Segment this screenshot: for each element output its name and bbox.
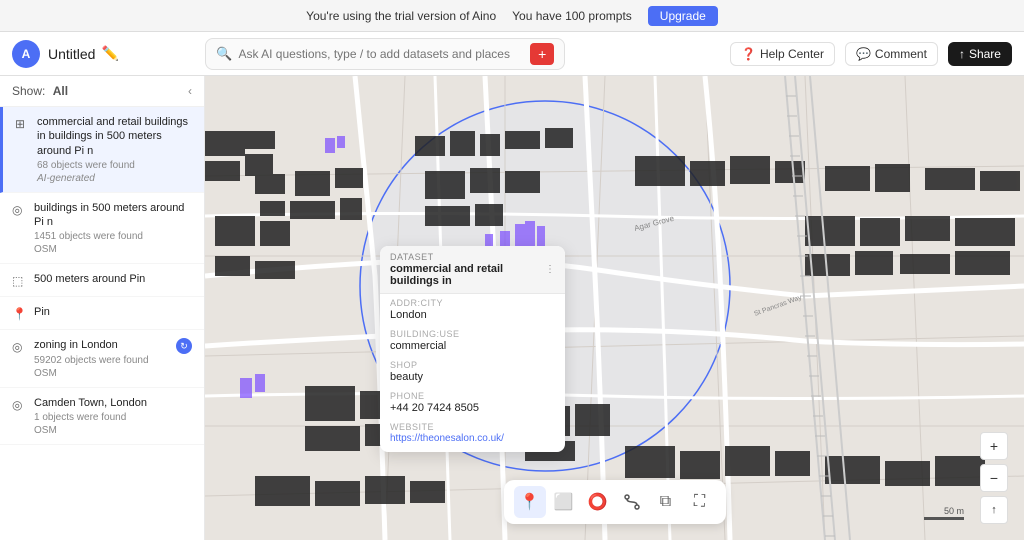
help-label: Help Center — [760, 47, 824, 61]
layer-subtitle-camden-count: 1 objects were found — [34, 412, 192, 423]
layer-content-zoning: zoning in London 59202 objects were foun… — [34, 338, 168, 378]
map-toolbar: 📍 ⬜ ⭕ ⧉ ⛶ — [504, 480, 726, 524]
pin-icon: 📍 — [12, 307, 26, 321]
comment-label: Comment — [875, 47, 927, 61]
popup-field-building-use: BUILDING:USE commercial — [380, 325, 565, 356]
layer-title-zoning: zoning in London — [34, 338, 168, 352]
popup-menu-icon[interactable]: ⋮ — [545, 264, 555, 275]
share-label: Share — [969, 47, 1001, 61]
popup-field-label-building-use: BUILDING:USE — [390, 329, 555, 339]
layer-content-buildings: buildings in 500 meters around Pi n 1451… — [34, 201, 192, 256]
map-zoom-controls: + − ↑ — [980, 432, 1008, 524]
layer-item-camden[interactable]: ◎ Camden Town, London 1 objects were fou… — [0, 388, 204, 445]
app-logo: A — [12, 40, 40, 68]
layer-subtitle-zoning-src: OSM — [34, 368, 168, 379]
trial-text: You're using the trial version of Aino — [306, 9, 496, 23]
popup-field-city: ADDR:CITY London — [380, 294, 565, 325]
collapse-icon[interactable]: ‹ — [188, 84, 192, 98]
popup-header: DATASET commercial and retail buildings … — [380, 246, 565, 294]
popup-field-label-shop: SHOP — [390, 360, 555, 370]
comment-button[interactable]: 💬 Comment — [845, 42, 938, 66]
layer-content-camden: Camden Town, London 1 objects were found… — [34, 396, 192, 436]
layer-content-pin: Pin — [34, 305, 192, 319]
layer-item-buildings[interactable]: ◎ buildings in 500 meters around Pi n 14… — [0, 193, 204, 265]
layer-subtitle-buildings-count: 1451 objects were found — [34, 231, 192, 242]
upgrade-button[interactable]: Upgrade — [648, 6, 718, 26]
document-title: Untitled — [48, 46, 95, 62]
tool-circle-button[interactable]: ⭕ — [582, 486, 614, 518]
title-area: Untitled ✏️ — [48, 45, 119, 62]
layer-title-buildings: buildings in 500 meters around Pi n — [34, 201, 192, 230]
layer-subtitle-commercial-count: 68 objects were found — [37, 160, 192, 171]
popup-field-website[interactable]: WEBSITE https://theonesalon.co.uk/ — [380, 418, 565, 452]
layer-content-radius: 500 meters around Pin — [34, 272, 192, 286]
layer-item-zoning[interactable]: ◎ zoning in London 59202 objects were fo… — [0, 330, 204, 387]
prompts-text: You have 100 prompts — [512, 9, 632, 23]
popup-dataset-title: commercial and retail buildings in — [390, 263, 545, 287]
grid-icon: ⊞ — [15, 117, 29, 131]
feature-popup: DATASET commercial and retail buildings … — [380, 246, 565, 452]
layer-content-commercial: commercial and retail buildings in build… — [37, 115, 192, 184]
zoom-out-button[interactable]: − — [980, 464, 1008, 492]
help-icon: ❓ — [741, 47, 756, 61]
zoom-in-button[interactable]: + — [980, 432, 1008, 460]
scale-bar-line — [924, 517, 964, 520]
buildings-icon: ◎ — [12, 203, 26, 217]
layer-subtitle-zoning-count: 59202 objects were found — [34, 355, 168, 366]
tool-expand-button[interactable]: ⛶ — [684, 486, 716, 518]
tool-layer-button[interactable]: ⧉ — [650, 486, 682, 518]
compass-button[interactable]: ↑ — [980, 496, 1008, 524]
popup-field-value-website: https://theonesalon.co.uk/ — [390, 433, 555, 444]
header-actions: ❓ Help Center 💬 Comment ↑ Share — [730, 42, 1012, 66]
popup-field-label-city: ADDR:CITY — [390, 298, 555, 308]
sidebar: Show: All ‹ ⊞ commercial and retail buil… — [0, 76, 205, 540]
map-svg: Agar Grove Camden Street St Pancras Way — [205, 76, 1024, 540]
sidebar-header: Show: All ‹ — [0, 76, 204, 107]
popup-field-value-building-use: commercial — [390, 340, 555, 352]
map-area[interactable]: Agar Grove Camden Street St Pancras Way … — [205, 76, 1024, 540]
camden-icon: ◎ — [12, 398, 26, 412]
scale-label: 50 m — [944, 506, 964, 516]
zoning-badge: ↻ — [176, 338, 192, 354]
header: A Untitled ✏️ 🔍 + ❓ Help Center 💬 Commen… — [0, 32, 1024, 76]
layer-title-radius: 500 meters around Pin — [34, 272, 192, 286]
show-label: Show: All — [12, 84, 68, 98]
scale-bar: 50 m — [924, 506, 964, 520]
popup-field-label-phone: PHONE — [390, 391, 555, 401]
popup-field-value-city: London — [390, 309, 555, 321]
help-center-button[interactable]: ❓ Help Center — [730, 42, 835, 66]
popup-field-value-phone: +44 20 7424 8505 — [390, 402, 555, 414]
layer-subtitle-commercial-src: AI-generated — [37, 173, 192, 184]
popup-field-value-shop: beauty — [390, 371, 555, 383]
edit-title-icon[interactable]: ✏️ — [101, 45, 118, 62]
radius-icon: ⬚ — [12, 274, 26, 288]
popup-field-shop: SHOP beauty — [380, 356, 565, 387]
tool-rectangle-button[interactable]: ⬜ — [548, 486, 580, 518]
tool-route-button[interactable] — [616, 486, 648, 518]
layer-item-commercial[interactable]: ⊞ commercial and retail buildings in bui… — [0, 107, 204, 193]
popup-dataset-label: DATASET — [390, 252, 545, 262]
share-button[interactable]: ↑ Share — [948, 42, 1012, 66]
layer-item-pin[interactable]: 📍 Pin — [0, 297, 204, 330]
layer-subtitle-buildings-src: OSM — [34, 244, 192, 255]
layer-subtitle-camden-src: OSM — [34, 425, 192, 436]
zoning-icon: ◎ — [12, 340, 26, 354]
search-input[interactable] — [238, 47, 524, 61]
trial-banner: You're using the trial version of Aino Y… — [0, 0, 1024, 32]
comment-icon: 💬 — [856, 47, 871, 61]
ai-add-button[interactable]: + — [530, 43, 554, 65]
search-icon: 🔍 — [216, 46, 232, 62]
show-value: All — [53, 84, 68, 98]
popup-field-label-website: WEBSITE — [390, 422, 555, 432]
ai-search-bar[interactable]: 🔍 + — [205, 38, 565, 70]
share-icon: ↑ — [959, 47, 965, 61]
popup-field-phone: PHONE +44 20 7424 8505 — [380, 387, 565, 418]
layer-item-radius[interactable]: ⬚ 500 meters around Pin — [0, 264, 204, 297]
layer-title-commercial: commercial and retail buildings in build… — [37, 115, 192, 158]
layer-title-camden: Camden Town, London — [34, 396, 192, 410]
tool-pin-button[interactable]: 📍 — [514, 486, 546, 518]
layer-title-pin: Pin — [34, 305, 192, 319]
